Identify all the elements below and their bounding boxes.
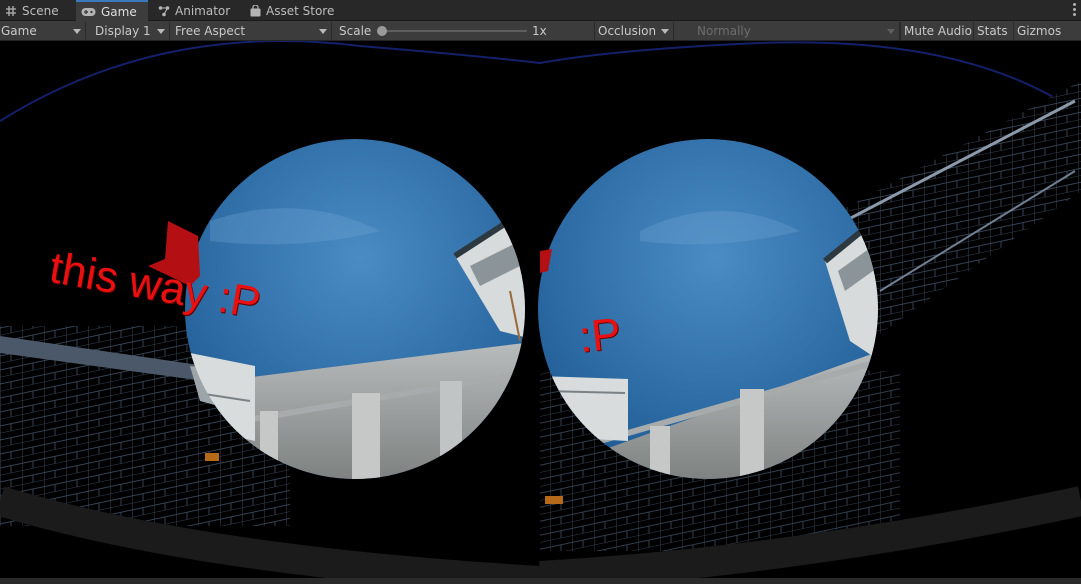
tab-animator-label: Animator (175, 3, 231, 18)
gizmos-label: Gizmos (1017, 24, 1062, 38)
chevron-down-icon (887, 29, 895, 34)
view-tab-bar: Scene Game Animator Asset Store (0, 0, 1081, 21)
tab-scene-label: Scene (22, 3, 59, 18)
animator-icon (158, 5, 170, 16)
aspect-dropdown[interactable]: Free Aspect (174, 22, 332, 40)
lens-outline-top (0, 41, 1061, 122)
occlusion-value: Occlusion M (598, 24, 659, 38)
chevron-down-icon (661, 29, 669, 34)
occlusion-mode-value: Normally (697, 24, 751, 38)
scale-label: Scale (339, 24, 372, 38)
tab-game-label: Game (101, 4, 137, 19)
gizmos-button[interactable]: Gizmos (1013, 22, 1081, 40)
mute-audio-button[interactable]: Mute Audio (900, 22, 973, 40)
gamepad-icon (81, 7, 96, 16)
occlusion-mode-dropdown: Normally (676, 22, 900, 40)
tab-game[interactable]: Game (76, 0, 148, 21)
display-value: Display 1 (95, 24, 151, 38)
shopping-bag-icon (250, 4, 261, 16)
grid-icon (6, 5, 16, 16)
floor-text-right: :P (576, 308, 624, 363)
display-dropdown[interactable]: Display 1 (94, 22, 170, 40)
tab-animator[interactable]: Animator (153, 0, 243, 21)
view-mode-value: Game (1, 24, 37, 38)
chevron-down-icon (157, 29, 165, 34)
scale-slider-thumb[interactable] (377, 26, 387, 36)
occlusion-dropdown[interactable]: Occlusion M (594, 22, 674, 40)
bottom-border (0, 578, 1081, 584)
aspect-value: Free Aspect (175, 24, 246, 38)
tab-asset-store[interactable]: Asset Store (245, 0, 345, 21)
view-mode-dropdown[interactable]: Game (0, 22, 86, 40)
chevron-down-icon (319, 29, 327, 34)
scale-slider-track[interactable] (381, 30, 527, 32)
more-options-icon[interactable] (1073, 3, 1077, 17)
stats-button[interactable]: Stats (973, 22, 1013, 40)
tab-asset-store-label: Asset Store (266, 3, 335, 18)
tab-scene[interactable]: Scene (0, 0, 74, 21)
chevron-down-icon (73, 29, 81, 34)
game-viewport[interactable]: this way :P :P (0, 41, 1081, 584)
game-view-toolbar: Game Display 1 Free Aspect Scale 1x Occl… (0, 21, 1081, 41)
scale-value: 1x (532, 24, 547, 38)
